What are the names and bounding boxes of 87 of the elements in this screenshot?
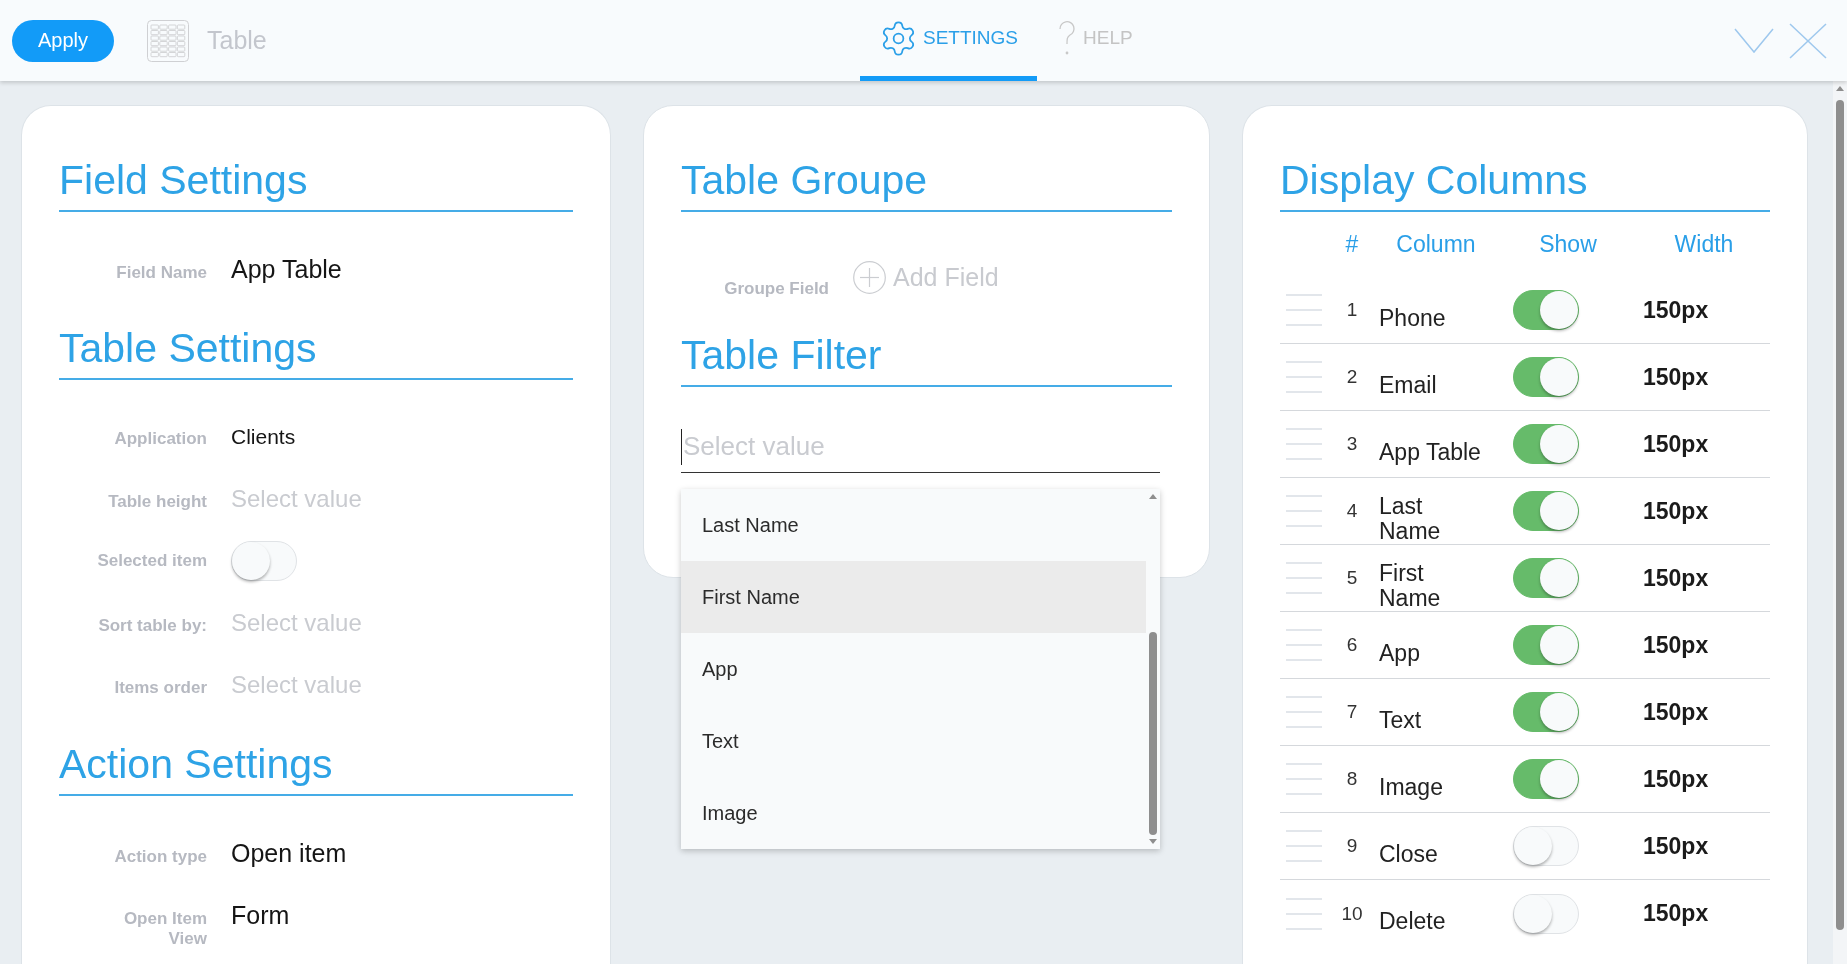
plus-circle-icon — [853, 261, 886, 294]
row-number: 5 — [1346, 567, 1358, 589]
section-title: Display Columns — [1280, 156, 1588, 205]
column-width: 150px — [1643, 631, 1709, 659]
toggle-switch[interactable] — [1513, 759, 1579, 799]
drag-handle-icon[interactable] — [1286, 763, 1322, 795]
column-width: 150px — [1643, 832, 1709, 860]
row-number: 1 — [1346, 299, 1358, 321]
chevron-down-icon[interactable] — [1734, 27, 1774, 54]
field-value: App Table — [231, 254, 342, 284]
drag-handle-icon[interactable] — [1286, 495, 1322, 527]
dropdown-option[interactable]: App — [681, 633, 1146, 705]
section-title: Field Settings — [59, 156, 308, 205]
drag-handle-icon[interactable] — [1286, 428, 1322, 460]
row-number: 7 — [1346, 701, 1358, 723]
scroll-up-arrow-icon[interactable] — [1836, 86, 1844, 91]
field-label: Sort table by: — [98, 616, 207, 636]
row-number: 2 — [1346, 366, 1358, 388]
column-width: 150px — [1643, 296, 1709, 324]
toggle-switch[interactable] — [1513, 491, 1579, 531]
dropdown-option[interactable]: Last Name — [681, 489, 1146, 561]
column-width: 150px — [1643, 430, 1709, 458]
field-label: Open Item View — [122, 909, 207, 949]
row-number: 8 — [1346, 768, 1358, 790]
section-title: Table Settings — [59, 324, 317, 373]
row-number: 4 — [1346, 500, 1358, 522]
field-value: Open item — [231, 838, 347, 868]
close-icon[interactable] — [1789, 22, 1827, 59]
column-name: Close — [1379, 841, 1438, 867]
field-label: Field Name — [116, 263, 207, 283]
column-width: 150px — [1643, 765, 1709, 793]
field-label: Table height — [108, 492, 207, 512]
column-header: # — [1345, 231, 1359, 258]
column-name: App — [1379, 640, 1420, 666]
scroll-down-arrow-icon[interactable] — [1149, 839, 1157, 844]
dropdown-option[interactable]: Text — [681, 705, 1146, 777]
column-name: Email — [1379, 372, 1437, 398]
drag-handle-icon[interactable] — [1286, 696, 1322, 728]
drag-handle-icon[interactable] — [1286, 562, 1322, 594]
dropdown-option[interactable]: Image — [681, 777, 1146, 849]
field-value: Form — [231, 900, 290, 930]
toggle-switch[interactable] — [1513, 625, 1579, 665]
column-width: 150px — [1643, 698, 1709, 726]
select-field[interactable]: Clients — [231, 422, 531, 452]
column-width: 150px — [1643, 564, 1709, 592]
drag-handle-icon[interactable] — [1286, 361, 1322, 393]
field-label: Groupe Field — [724, 279, 829, 299]
column-header: Width — [1674, 231, 1734, 258]
toggle-switch[interactable] — [1513, 558, 1579, 598]
dropdown-option[interactable]: First Name — [681, 561, 1146, 633]
toggle-switch[interactable] — [1513, 424, 1579, 464]
row-number: 3 — [1346, 433, 1358, 455]
column-width: 150px — [1643, 363, 1709, 391]
drag-handle-icon[interactable] — [1286, 629, 1322, 661]
toggle-switch[interactable] — [1513, 357, 1579, 397]
row-number: 10 — [1341, 902, 1363, 925]
scrollbar-track[interactable] — [1833, 81, 1847, 964]
column-name: Delete — [1379, 909, 1446, 934]
section-title: Table Groupe — [681, 156, 928, 205]
scroll-up-arrow-icon[interactable] — [1149, 494, 1157, 499]
column-width: 150px — [1643, 900, 1709, 927]
field-label: Application — [114, 429, 207, 449]
drag-handle-icon[interactable] — [1286, 897, 1322, 930]
column-name: App Table — [1379, 439, 1481, 465]
table-grid-icon — [147, 19, 189, 62]
field-label: Items order — [114, 678, 207, 698]
column-header: Column — [1396, 231, 1476, 258]
column-name: Image — [1379, 774, 1443, 800]
column-name: Last Name — [1379, 494, 1442, 544]
column-width: 150px — [1643, 497, 1709, 525]
drag-handle-icon[interactable] — [1286, 294, 1322, 326]
section-title: Table Filter — [681, 331, 882, 380]
column-name: Text — [1379, 707, 1422, 733]
scrollbar-thumb[interactable] — [1836, 100, 1844, 930]
section-title: Action Settings — [59, 740, 333, 789]
scrollbar-thumb[interactable] — [1149, 632, 1157, 835]
field-label: Action type — [114, 847, 207, 867]
toggle-switch[interactable] — [1513, 290, 1579, 330]
column-name: First Name — [1379, 561, 1442, 611]
column-header: Show — [1539, 231, 1597, 258]
drag-handle-icon[interactable] — [1286, 830, 1322, 862]
row-number: 9 — [1346, 835, 1358, 857]
column-name: Phone — [1379, 305, 1446, 331]
toggle-switch[interactable] — [1513, 692, 1579, 732]
field-label: Selected item — [97, 551, 207, 571]
row-number: 6 — [1346, 634, 1358, 656]
text-cursor-icon — [681, 429, 682, 465]
